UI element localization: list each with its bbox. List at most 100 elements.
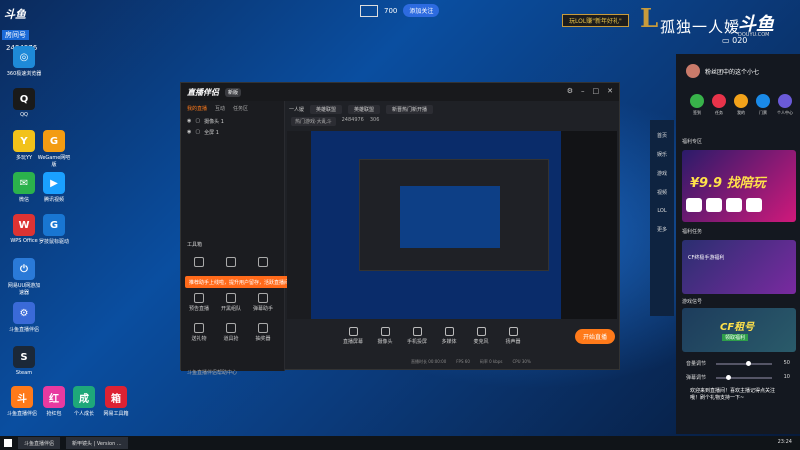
nav-lol[interactable]: LOL <box>650 208 674 214</box>
tools-title: 工具箱 <box>187 242 203 248</box>
nav-entertainment[interactable]: 娱乐 <box>650 151 674 158</box>
tool-item[interactable] <box>219 257 243 269</box>
lock-icon[interactable]: ▢ <box>195 118 200 125</box>
streamer-name: 孤独一人嫒 <box>660 18 741 36</box>
danmu-slider[interactable]: 弹幕调节 10 <box>686 374 790 381</box>
tab-interact[interactable]: 互动 <box>215 105 225 112</box>
phone-cast-button[interactable]: 手机投屏 <box>405 327 429 345</box>
slider-track[interactable] <box>716 377 772 379</box>
desktop-icon[interactable]: 成个人成长 <box>66 386 102 417</box>
tool-item[interactable] <box>187 257 211 269</box>
app-icon[interactable] <box>726 198 742 212</box>
help-center-link[interactable]: 斗鱼直播伴侣帮助中心 <box>187 369 237 376</box>
desktop-icon[interactable]: 箱网易工具箱 <box>98 386 134 417</box>
quick-item-mine[interactable]: 我的 <box>730 94 752 116</box>
desktop-icon[interactable]: 斗斗鱼直播伴侣 <box>4 386 40 417</box>
tags-field[interactable]: 新晋热门新开播 <box>386 105 434 114</box>
media-button[interactable]: 多媒体 <box>437 327 461 345</box>
room-label: 房间号 <box>2 30 29 40</box>
rental-button[interactable]: 领取福利 <box>722 334 749 341</box>
microphone-button[interactable]: 麦克风 <box>469 327 493 345</box>
tool-icon <box>258 257 268 267</box>
tool-icon <box>258 323 268 333</box>
scene-item[interactable]: ◉ ▢ 摄像头 1 <box>181 116 284 127</box>
go-live-button[interactable]: 开始直播 <box>575 329 616 344</box>
user-row[interactable]: 粉丝团中的这个小七 <box>686 64 759 78</box>
desktop-icon[interactable]: G 罗技鼠标驱动 <box>36 214 72 245</box>
volume-slider[interactable]: 音量调节 50 <box>686 360 790 367</box>
slider-knob[interactable] <box>746 361 751 366</box>
app-icon: ⏻ <box>13 258 35 280</box>
taskbar-item[interactable]: 斗鱼直播伴侣 <box>18 437 61 449</box>
desktop-icon[interactable]: ◎ 360极速浏览器 <box>6 46 42 77</box>
desktop-icon[interactable]: Q QQ <box>6 88 42 118</box>
app-icon: W <box>13 214 35 236</box>
desktop-icon[interactable]: S Steam <box>6 346 42 376</box>
app-title-bar[interactable]: 直播伴侣 新版 <box>181 83 619 101</box>
nav-more[interactable]: 更多 <box>650 226 674 233</box>
eye-icon[interactable]: ◉ <box>187 129 191 136</box>
tool-item[interactable]: 开黑组队 <box>219 293 243 312</box>
app-icon[interactable] <box>746 198 762 212</box>
tab-my-live[interactable]: 我的直播 <box>187 105 207 112</box>
task-card[interactable]: CF终极手游福利 <box>682 240 796 294</box>
desktop-icon-label: 360极速浏览器 <box>6 71 42 77</box>
room-title: 一人嫒 <box>289 107 305 113</box>
maximize-icon[interactable]: □ <box>593 87 600 95</box>
nav-home[interactable]: 首页 <box>650 132 674 139</box>
eye-icon[interactable]: ◉ <box>187 118 191 125</box>
windows-start-icon[interactable] <box>4 439 12 447</box>
app-icon[interactable] <box>706 198 722 212</box>
tool-item[interactable]: 送礼物 <box>187 323 211 342</box>
follow-button[interactable]: 添加关注 <box>403 4 440 17</box>
close-icon[interactable]: ✕ <box>607 87 613 95</box>
desktop-icon[interactable]: G WeGame网吧版 <box>36 130 72 168</box>
speaker-button[interactable]: 扬声器 <box>501 327 525 345</box>
desktop-icon[interactable]: ⚙ 斗鱼直播伴侣 <box>6 302 42 333</box>
app-version[interactable]: 新版 <box>225 87 242 97</box>
app-icon[interactable] <box>686 198 702 212</box>
tool-item[interactable]: 抽奖器 <box>251 323 275 342</box>
slider-knob[interactable] <box>726 375 731 380</box>
status-bitrate: 码率 0 kbps <box>479 359 503 364</box>
desktop-icon[interactable]: ⏻ 网易UU网游加速器 <box>6 258 42 296</box>
monitor-icon <box>360 4 378 17</box>
taskbar-item[interactable]: 新甲镜头 | Version ... <box>66 437 128 449</box>
rental-card[interactable]: CF租号 领取福利 <box>682 308 796 352</box>
slider-track[interactable] <box>716 363 772 365</box>
tool-item[interactable] <box>251 257 275 269</box>
streaming-app-window[interactable]: 直播伴侣 新版 ⚙ – □ ✕ 我的直播 互动 任务区 ◉ ▢ 摄像头 1 ◉ … <box>180 82 620 376</box>
window-controls: ⚙ – □ ✕ <box>567 87 613 95</box>
hot-tag[interactable]: 热门游戏·大乱斗 <box>291 117 336 126</box>
quick-item-profile[interactable]: 个人中心 <box>774 94 796 116</box>
avatar[interactable] <box>686 64 700 78</box>
uid-text: 2484976 <box>341 117 364 123</box>
tool-item[interactable]: 预告直播 <box>187 293 211 312</box>
nav-games[interactable]: 游戏 <box>650 170 674 177</box>
quick-item-tickets[interactable]: 门票 <box>752 94 774 116</box>
quick-label: 个人中心 <box>777 110 793 115</box>
quick-item-checkin[interactable]: 签到 <box>686 94 708 116</box>
tab-tasks[interactable]: 任务区 <box>233 105 248 112</box>
tool-item[interactable]: 道具抢 <box>219 323 243 342</box>
live-preview[interactable] <box>287 131 617 319</box>
promo-card[interactable]: ¥9.9 找陪玩 <box>682 150 796 222</box>
nav-video[interactable]: 视频 <box>650 189 674 196</box>
minimize-icon[interactable]: – <box>581 87 585 95</box>
desktop-icon-label: 罗技鼠标驱动 <box>38 239 69 245</box>
lock-icon[interactable]: ▢ <box>195 129 200 136</box>
tool-icon <box>226 257 236 267</box>
camera-button[interactable]: 摄像头 <box>373 327 397 345</box>
settings-icon[interactable]: ⚙ <box>567 87 573 95</box>
desktop-icon[interactable]: ▶ 腾讯视频 <box>36 172 72 203</box>
area-select[interactable]: 英雄联盟 <box>310 105 343 114</box>
camera-icon <box>380 327 390 336</box>
quick-label: 签到 <box>693 110 701 115</box>
category-select[interactable]: 英雄联盟 <box>348 105 381 114</box>
tool-label: 摄像头 <box>377 339 393 345</box>
screen-capture-button[interactable]: 直播屏幕 <box>341 327 365 345</box>
app-icon: 斗 <box>11 386 33 408</box>
quick-item-tasks[interactable]: 任务 <box>708 94 730 116</box>
scene-item[interactable]: ◉ ▢ 全屏 1 <box>181 127 284 138</box>
tool-item[interactable]: 弹幕助手 <box>251 293 275 312</box>
